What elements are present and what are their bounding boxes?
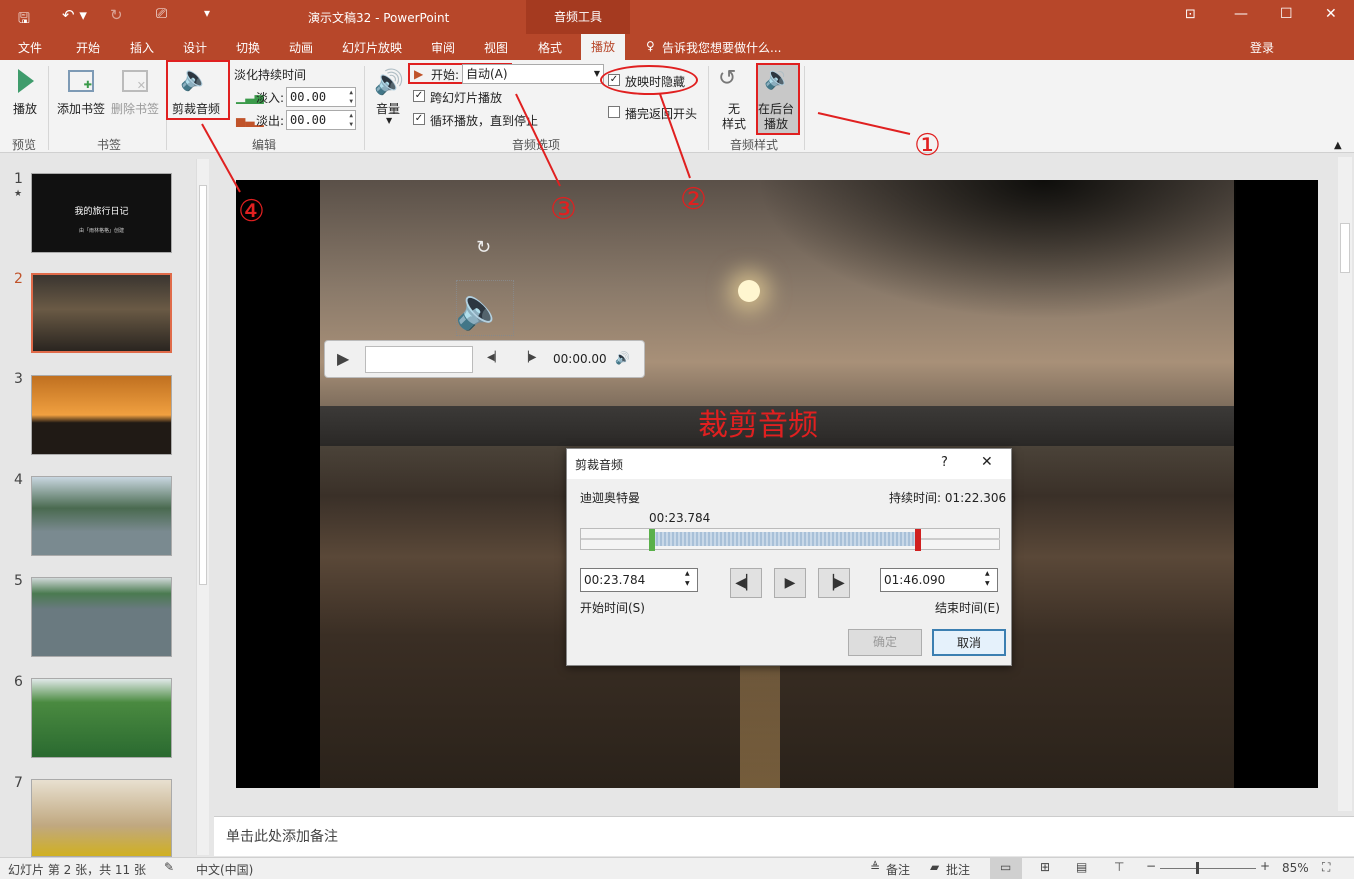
comments-icon[interactable]: ▰ [930, 860, 939, 874]
fit-window-icon[interactable]: ⛶ [1322, 860, 1330, 875]
zoom-slider-thumb[interactable] [1196, 862, 1199, 874]
start-handle[interactable] [649, 529, 655, 551]
slideshow-view-icon[interactable]: ⊤ [1114, 860, 1124, 874]
zoom-in-icon[interactable]: + [1260, 859, 1270, 873]
next-frame-button[interactable]: ▕▶ [818, 568, 850, 598]
dialog-title: 剪裁音频 [575, 458, 624, 472]
start-marker-time: 00:23.784 [649, 511, 711, 525]
slide-info: 幻灯片 第 2 张，共 11 张 [8, 863, 146, 877]
waveform-left [581, 538, 652, 540]
dialog-close-button[interactable]: ✕ [981, 454, 993, 470]
dialog-help-button[interactable]: ? [941, 455, 948, 470]
end-handle[interactable] [915, 529, 921, 551]
zoom-slider[interactable] [1160, 868, 1256, 869]
zoom-level[interactable]: 85% [1282, 861, 1309, 875]
previous-frame-button[interactable]: ◀▏ [730, 568, 762, 598]
language[interactable]: 中文(中国) [196, 861, 253, 878]
normal-view-icon: ▭ [1000, 860, 1012, 874]
trim-audio-dialog: 剪裁音频 ? ✕ 迪迦奥特曼 持续时间: 01:22.306 00:23.784… [566, 448, 1012, 666]
audio-name: 迪迦奥特曼 [580, 491, 641, 505]
notes-placeholder: 单击此处添加备注 [226, 829, 338, 845]
end-spinner[interactable]: ▲ ▼ [985, 569, 990, 589]
start-time-input[interactable]: 00:23.784 [580, 568, 698, 592]
start-time-label: 开始时间(S) [580, 601, 645, 615]
end-time-label: 结束时间(E) [935, 601, 1000, 615]
ok-button[interactable]: 确定 [848, 629, 922, 656]
comments-toggle[interactable]: 批注 [946, 861, 970, 878]
selected-waveform [652, 532, 918, 546]
end-time-input[interactable]: 01:46.090 [880, 568, 998, 592]
cancel-button[interactable]: 取消 [932, 629, 1006, 656]
sorter-view-icon[interactable]: ⊞ [1040, 860, 1050, 874]
notes-icon[interactable]: ≜ [870, 860, 880, 874]
play-preview-button[interactable]: ▶ [774, 568, 806, 598]
status-bar: 幻灯片 第 2 张，共 11 张 ✎ 中文(中国) ≜ 备注 ▰ 批注 ▭ ⊞ … [0, 857, 1354, 879]
reading-view-icon[interactable]: ▤ [1076, 860, 1087, 874]
spellcheck-icon[interactable]: ✎ [164, 860, 174, 874]
annotation-lines [201, 93, 911, 193]
waveform-track[interactable] [580, 528, 1000, 551]
notes-pane[interactable]: 单击此处添加备注 [214, 816, 1354, 856]
start-spinner[interactable]: ▲ ▼ [685, 569, 690, 589]
audio-duration: 持续时间: 01:22.306 [889, 491, 1007, 505]
notes-toggle[interactable]: 备注 [886, 861, 910, 878]
zoom-out-icon[interactable]: − [1146, 859, 1156, 873]
waveform-right [918, 538, 1000, 540]
